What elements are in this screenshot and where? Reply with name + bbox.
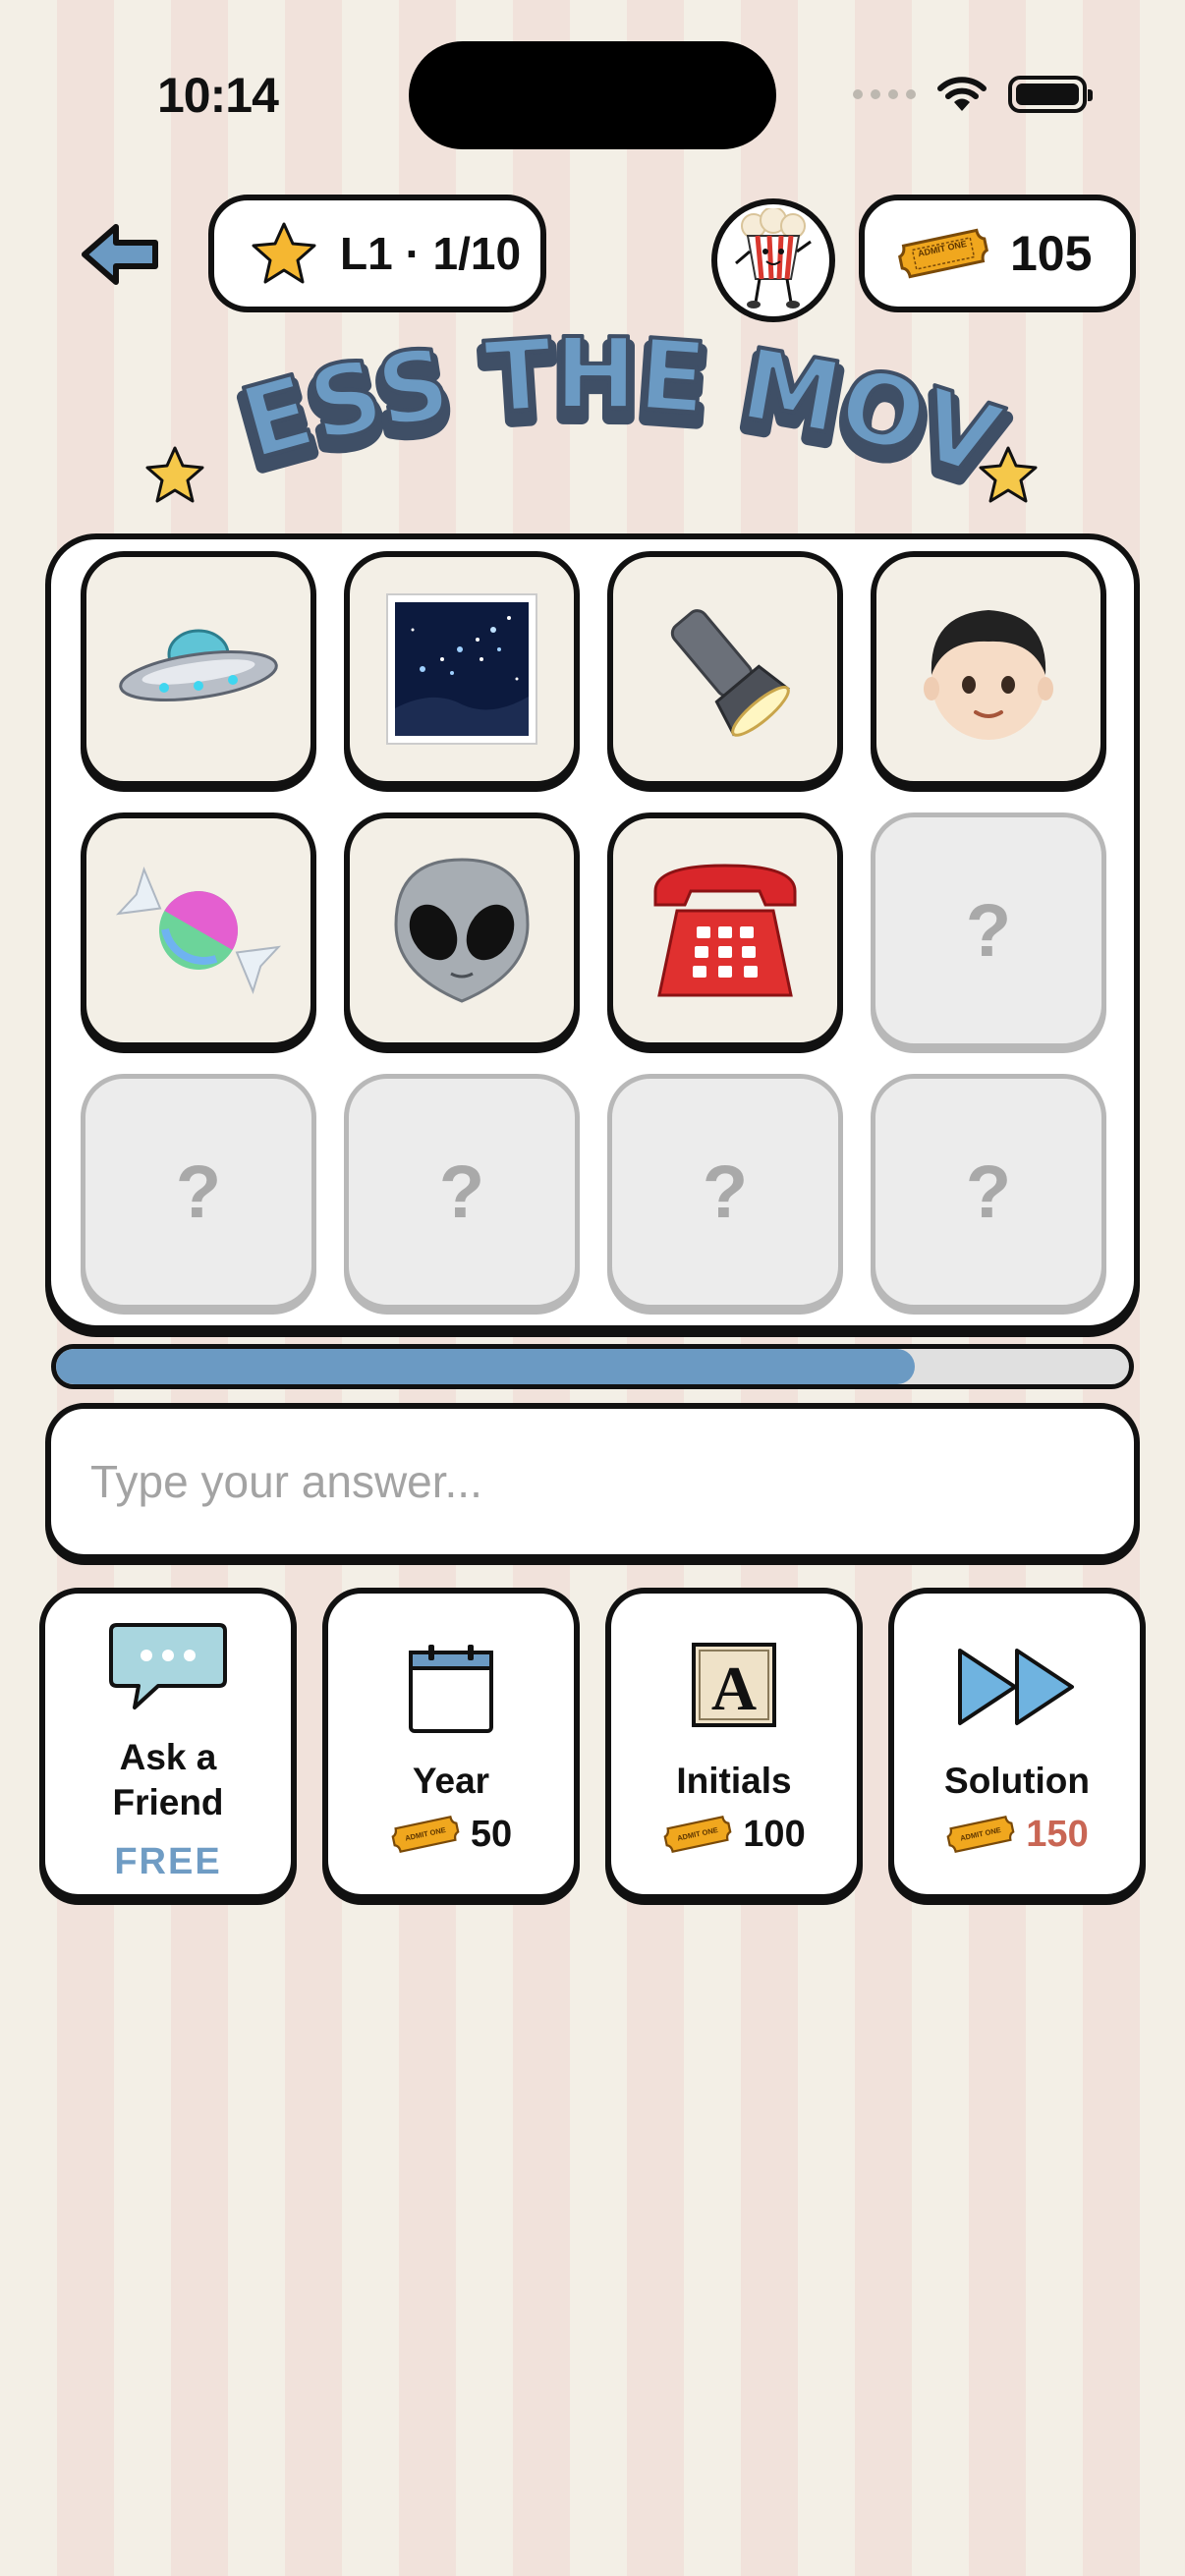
star-icon (979, 446, 1038, 503)
emoji-tile-boy (871, 551, 1106, 787)
title-banner: GUESS THE MOVIE GUESS THE MOVIE (0, 231, 1185, 521)
level-pill: L1 · 1/10 (208, 195, 546, 312)
ask-a-friend-button[interactable]: Ask a Friend FREE (39, 1588, 297, 1900)
hint-title: Year (412, 1761, 490, 1801)
question-mark: ? (965, 888, 1012, 973)
status-time: 10:14 (157, 68, 279, 123)
hint-title: Solution (944, 1761, 1090, 1801)
level-label: L1 · 1/10 (340, 228, 522, 279)
emoji-tile-flashlight (607, 551, 843, 787)
answer-input[interactable] (51, 1409, 1134, 1554)
calendar-icon (409, 1645, 493, 1733)
coins-count: 105 (1010, 226, 1093, 281)
telephone-icon (653, 864, 797, 997)
admit-one-ticket-icon: ADMIT ONE (898, 228, 988, 279)
coins-pill: ADMIT ONE 105 (859, 195, 1136, 312)
progress-bar (51, 1344, 1134, 1389)
hidden-tile: ? (81, 1074, 316, 1310)
emoji-tile-alien (344, 812, 580, 1048)
admit-one-ticket-icon: ADMIT ONE (946, 1816, 1015, 1853)
hidden-tile: ? (344, 1074, 580, 1310)
boy-icon (924, 610, 1053, 740)
hidden-tile: ? (871, 812, 1106, 1048)
ufo-icon (119, 629, 278, 701)
avatar[interactable] (711, 198, 835, 322)
emoji-grid-panel: ? ? ? ? ? (45, 533, 1140, 1331)
popcorn-mascot-icon (735, 208, 812, 308)
dynamic-island (409, 41, 776, 149)
status-icons (853, 73, 1093, 116)
battery-icon (1008, 76, 1093, 113)
svg-text:A: A (711, 1653, 757, 1723)
hint-cost: 50 (470, 1813, 513, 1855)
question-mark: ? (702, 1149, 749, 1234)
hidden-tile: ? (607, 1074, 843, 1310)
flashlight-icon (670, 609, 790, 737)
fast-forward-icon (958, 1649, 1074, 1725)
hint-cost: 100 (743, 1813, 806, 1855)
wifi-icon (937, 77, 987, 111)
speech-bubble-icon (109, 1623, 227, 1709)
hint-cost: FREE (114, 1841, 222, 1882)
star-icon (145, 446, 204, 503)
emoji-tile-candy (81, 812, 316, 1048)
candy-icon (115, 867, 282, 994)
question-mark: ? (438, 1149, 485, 1234)
question-mark: ? (965, 1149, 1012, 1234)
initials-hint-button[interactable]: A Initials ADMIT ONE 100 (605, 1588, 863, 1900)
hint-title: Ask a Friend (112, 1737, 224, 1822)
admit-one-ticket-icon: ADMIT ONE (663, 1816, 732, 1853)
alien-icon (394, 858, 530, 1003)
cellular-signal-icon (853, 89, 916, 99)
year-hint-button[interactable]: Year ADMIT ONE 50 (322, 1588, 580, 1900)
emoji-tile-telephone (607, 812, 843, 1048)
hidden-tile: ? (871, 1074, 1106, 1310)
night-sky-icon (386, 593, 537, 745)
answer-field[interactable] (45, 1403, 1140, 1560)
admit-one-ticket-icon: ADMIT ONE (391, 1816, 460, 1853)
back-arrow-icon[interactable] (81, 222, 161, 287)
hint-cost: 150 (1026, 1813, 1089, 1855)
letter-a-tile-icon: A (692, 1643, 776, 1727)
solution-hint-button[interactable]: Solution ADMIT ONE 150 (888, 1588, 1146, 1900)
progress-fill (56, 1349, 915, 1384)
question-mark: ? (175, 1149, 222, 1234)
emoji-tile-night-sky (344, 551, 580, 787)
hint-title: Initials (676, 1761, 792, 1801)
star-icon (252, 222, 316, 284)
emoji-tile-ufo (81, 551, 316, 787)
